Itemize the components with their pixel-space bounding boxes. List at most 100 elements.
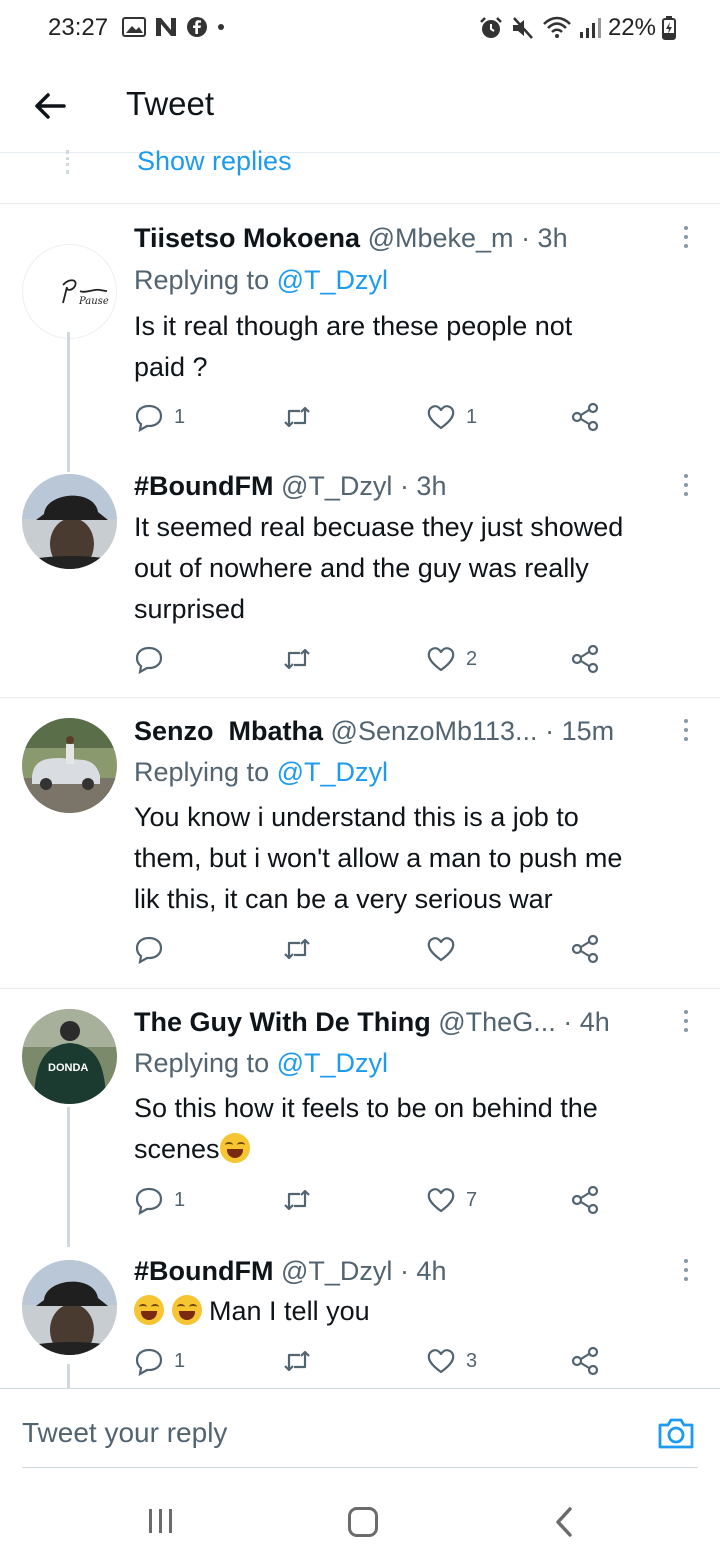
user-handle[interactable]: @T_Dzyl <box>281 1256 392 1286</box>
more-options-icon[interactable] <box>682 1259 690 1285</box>
like-count: 3 <box>466 1349 478 1372</box>
tweet-time: · 4h <box>399 1256 447 1286</box>
tweet-header: #BoundFM @T_Dzyl · 4h <box>134 1254 446 1288</box>
tweet-text: So this how it feels to be on behind the… <box>134 1088 709 1170</box>
reply-button[interactable] <box>134 644 174 674</box>
recent-apps-icon[interactable] <box>146 1508 176 1534</box>
tears-of-joy-emoji-icon <box>134 1295 164 1325</box>
notification-icons <box>122 16 226 38</box>
retweet-button[interactable] <box>282 644 322 674</box>
mention-link[interactable]: @T_Dzyl <box>277 1048 388 1078</box>
tweet-item[interactable]: #BoundFM @T_Dzyl · 3h It seemed real bec… <box>0 452 720 697</box>
avatar-photo <box>22 474 117 569</box>
tweet-text-line: So this how it feels to be on behind the <box>134 1093 598 1123</box>
system-status-icons: 22% <box>478 14 676 42</box>
share-icon <box>571 934 599 964</box>
tweet-header: #BoundFM @T_Dzyl · 3h <box>134 469 446 503</box>
tweet-text-line: lik this, it can be a very serious war <box>134 884 553 914</box>
tweet-time: · 3h <box>399 471 447 501</box>
share-button[interactable] <box>570 644 600 674</box>
reply-input[interactable]: Tweet your reply <box>22 1417 227 1449</box>
display-name[interactable]: #BoundFM <box>134 471 273 501</box>
alarm-icon <box>480 17 502 38</box>
mention-link[interactable]: @T_Dzyl <box>277 757 388 787</box>
tweet-item[interactable]: Pause Tiisetso Mokoena @Mbeke_m · 3h Rep… <box>0 204 720 472</box>
retweet-button[interactable] <box>282 1346 322 1376</box>
battery-charging-icon <box>662 16 676 40</box>
user-handle[interactable]: @SenzoMb113... <box>331 716 538 746</box>
share-icon <box>571 644 599 674</box>
share-button[interactable] <box>570 402 600 432</box>
user-handle[interactable]: @Mbeke_m <box>368 223 514 253</box>
tweet-header: The Guy With De Thing @TheG... · 4h <box>134 1005 610 1039</box>
display-name[interactable]: Senzo Mbatha <box>134 716 323 746</box>
avatar[interactable]: DONDA <box>22 1009 117 1104</box>
reply-button[interactable]: 1 <box>134 1346 185 1376</box>
retweet-icon <box>284 1350 310 1372</box>
tweet-item[interactable]: #BoundFM @T_Dzyl · 4h Man I tell you 1 3 <box>0 1238 720 1388</box>
more-options-icon[interactable] <box>682 1010 690 1036</box>
reply-button[interactable]: 1 <box>134 1185 185 1215</box>
share-button[interactable] <box>570 934 600 964</box>
avatar[interactable] <box>22 718 117 813</box>
system-back-icon[interactable] <box>550 1505 580 1539</box>
avatar[interactable] <box>22 474 117 569</box>
display-name[interactable]: Tiisetso Mokoena <box>134 223 360 253</box>
retweet-button[interactable] <box>282 402 322 432</box>
svg-text:DONDA: DONDA <box>48 1062 88 1074</box>
more-options-icon[interactable] <box>682 474 690 500</box>
reply-button[interactable] <box>134 934 174 964</box>
like-button[interactable]: 3 <box>426 1346 477 1376</box>
mention-link[interactable]: @T_Dzyl <box>277 265 388 295</box>
like-button[interactable]: 2 <box>426 644 477 674</box>
thread-line <box>67 1364 70 1388</box>
tweet-item[interactable]: DONDA The Guy With De Thing @TheG... · 4… <box>0 989 720 1247</box>
tweet-text-line: scenes <box>134 1134 220 1164</box>
show-replies-link[interactable]: Show replies <box>137 146 292 177</box>
user-handle[interactable]: @TheG... <box>438 1007 555 1037</box>
heart-icon <box>427 1349 455 1374</box>
reply-icon <box>135 404 163 432</box>
share-button[interactable] <box>570 1346 600 1376</box>
like-count: 7 <box>466 1188 478 1211</box>
gallery-icon <box>122 17 146 37</box>
tweet-text-line: surprised <box>134 594 246 624</box>
reply-icon <box>135 1348 163 1376</box>
like-button[interactable]: 7 <box>426 1185 477 1215</box>
more-options-icon[interactable] <box>682 226 690 252</box>
tweet-item[interactable]: Senzo Mbatha @SenzoMb113... · 15m Replyi… <box>0 698 720 988</box>
share-button[interactable] <box>570 1185 600 1215</box>
avatar-signature-logo: Pause <box>62 279 109 307</box>
tweet-text-line: You know i understand this is a job to <box>134 802 579 832</box>
replying-prefix: Replying to <box>134 1048 277 1078</box>
heart-icon <box>427 1188 455 1213</box>
avatar[interactable]: Pause <box>22 244 117 339</box>
display-name[interactable]: The Guy With De Thing <box>134 1007 431 1037</box>
retweet-button[interactable] <box>282 934 322 964</box>
user-handle[interactable]: @T_Dzyl <box>281 471 392 501</box>
display-name[interactable]: #BoundFM <box>134 1256 273 1286</box>
more-options-icon[interactable] <box>682 719 690 745</box>
signal-icon <box>579 18 601 38</box>
camera-icon[interactable] <box>656 1413 696 1453</box>
heart-icon <box>427 647 455 672</box>
retweet-button[interactable] <box>282 1185 322 1215</box>
thread-connector-dots <box>66 150 70 174</box>
tweet-text-line: Is it real though are these people not <box>134 311 573 341</box>
like-button[interactable] <box>426 934 466 964</box>
system-nav-bar <box>0 1475 720 1560</box>
replying-to: Replying to @T_Dzyl <box>134 755 388 789</box>
like-button[interactable]: 1 <box>426 402 477 432</box>
reply-button[interactable]: 1 <box>134 402 185 432</box>
status-time: 23:27 <box>48 14 109 41</box>
reply-count: 1 <box>174 405 186 428</box>
reply-count: 1 <box>174 1188 186 1211</box>
tweet-time: · 3h <box>521 223 568 253</box>
home-button-icon[interactable] <box>348 1507 378 1537</box>
dot-icon <box>218 24 224 30</box>
avatar[interactable] <box>22 1260 117 1355</box>
share-icon <box>571 1346 599 1376</box>
retweet-icon <box>284 1189 310 1211</box>
tweet-text-line: them, but i won't allow a man to push me <box>134 843 623 873</box>
back-arrow-icon[interactable] <box>30 86 70 126</box>
